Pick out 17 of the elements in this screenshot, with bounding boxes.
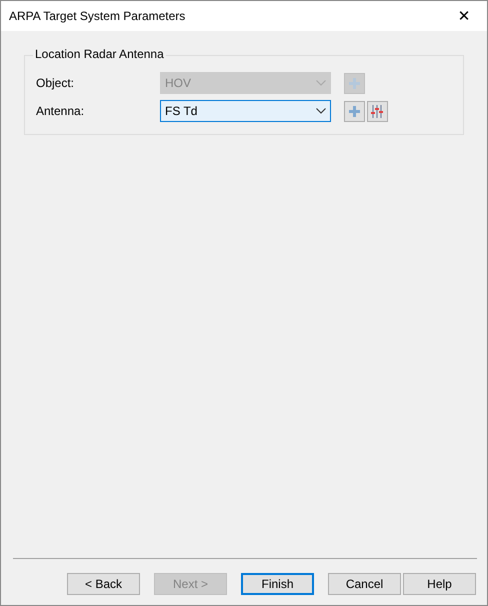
field-label: Antenna: [36,104,86,118]
chevron-icon [316,80,326,86]
close-button[interactable]: ✕ [441,1,487,31]
add-button[interactable] [344,100,365,122]
plus-icon [349,78,360,88]
field-label: Object: [36,76,76,90]
chevron-icon [316,108,326,114]
window-title: ARPA Target System Parameters [9,9,186,23]
dialog-button[interactable]: Help [403,573,476,595]
equalizer-button[interactable] [367,100,388,122]
group-title: Location Radar Antenna [33,47,166,61]
dialog-button[interactable]: Cancel [328,573,401,595]
sliders-icon [371,104,384,118]
dropdown[interactable]: FS Td [160,100,331,122]
dialog-button[interactable]: Finish [241,573,314,595]
dialog-button[interactable]: < Back [67,573,140,595]
plus-icon [349,106,360,116]
